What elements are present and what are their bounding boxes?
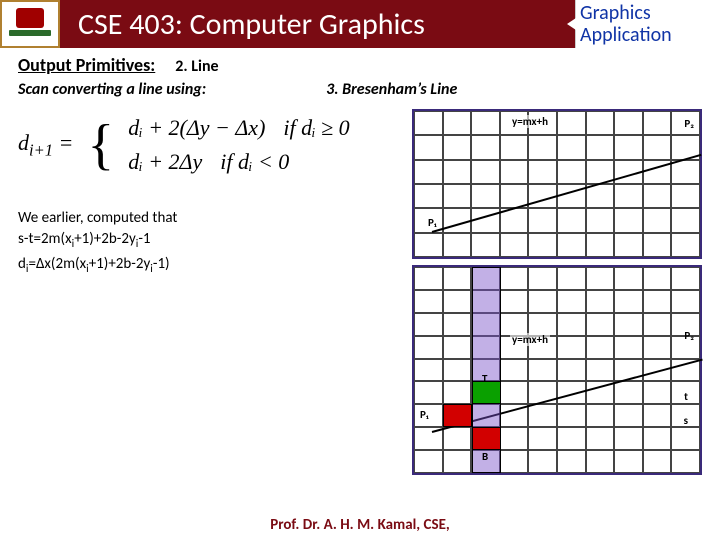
label-t-dist: t xyxy=(684,390,688,403)
university-logo xyxy=(0,0,60,48)
line-diagram-bottom: y=mx+h P₁ P₂ T B t s xyxy=(412,265,702,475)
point-p2-top: P₂ xyxy=(684,117,694,130)
lhs-eq: = xyxy=(53,130,73,155)
label-s-dist: s xyxy=(684,414,688,427)
derivation-text: We earlier, computed that s-t=2m(xi+1)+2… xyxy=(18,209,402,279)
chapter-tag: Graphics Application xyxy=(575,0,720,48)
pixel-b xyxy=(472,427,501,450)
case2-expr: dᵢ + 2Δy xyxy=(128,149,202,175)
chapter-tag-line2: Application xyxy=(580,24,716,46)
subtopic-line: Scan converting a line using: 3. Bresenh… xyxy=(0,78,720,101)
chapter-tag-line1: Graphics xyxy=(580,2,716,24)
pixel-p1 xyxy=(443,404,472,427)
scan-label: Scan converting a line using: xyxy=(18,80,206,99)
topic-line: Output Primitives: 2. Line xyxy=(0,48,720,78)
algorithm-label: 3. Bresenham’s Line xyxy=(326,80,457,99)
point-p2-bottom: P₂ xyxy=(684,329,694,342)
course-title: CSE 403: Computer Graphics xyxy=(78,6,425,43)
label-t: T xyxy=(482,372,487,385)
derivation-line2: di=Δx(2m(xi+1)+2b-2yi-1) xyxy=(18,254,402,279)
line-equation-bottom: y=mx+h xyxy=(510,333,550,346)
brace-icon: { xyxy=(87,117,114,173)
topic-label: Output Primitives: xyxy=(18,54,155,76)
topic-sub: 2. Line xyxy=(175,57,218,76)
footer-author: Prof. Dr. A. H. M. Kamal, CSE, xyxy=(0,516,720,534)
case1-cond: if dᵢ ≥ 0 xyxy=(283,115,349,141)
line-diagram-top: y=mx+h P₁ P₂ xyxy=(412,109,702,259)
derivation-line1: s-t=2m(xi+1)+2b-2yi-1 xyxy=(18,229,402,254)
derivation-lead: We earlier, computed that xyxy=(18,209,402,227)
lhs-sub: i+1 xyxy=(29,140,53,159)
lhs-d: d xyxy=(18,130,29,155)
point-p1-top: P₁ xyxy=(428,216,437,229)
point-p1-bottom: P₁ xyxy=(420,408,429,421)
line-equation-top: y=mx+h xyxy=(510,115,550,128)
label-b: B xyxy=(482,450,488,463)
header-bar: CSE 403: Computer Graphics Graphics Appl… xyxy=(0,0,720,48)
recurrence-formula: di+1 = { dᵢ + 2(Δy − Δx) if dᵢ ≥ 0 dᵢ + … xyxy=(18,109,402,181)
case1-expr: dᵢ + 2(Δy − Δx) xyxy=(128,115,265,141)
case2-cond: if dᵢ < 0 xyxy=(220,149,289,175)
